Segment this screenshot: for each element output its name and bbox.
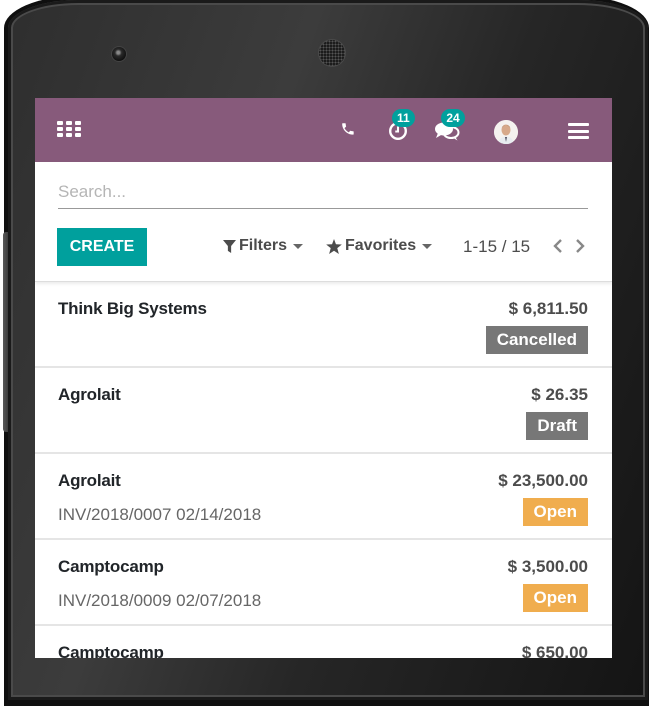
status-badge: Open xyxy=(522,584,588,612)
amount: $ 23,500.00 xyxy=(498,471,588,490)
partner-name: Agrolait xyxy=(58,385,121,404)
control-panel: CREATE Filters Favorites 1-15 / 15 xyxy=(35,162,612,282)
invoice-reference: INV/2018/0009 02/07/2018 xyxy=(58,591,262,610)
chevron-right-icon[interactable] xyxy=(573,238,587,254)
pager-value[interactable]: 1-15 / 15 xyxy=(463,237,530,257)
hamburger-menu-icon[interactable] xyxy=(568,123,589,139)
control-panel-buttons: CREATE Filters Favorites 1-15 / 15 xyxy=(35,228,612,266)
amount: $ 650.00 xyxy=(521,643,588,658)
list-item[interactable]: Camptocamp $ 3,500.00 INV/2018/0009 02/0… xyxy=(35,540,612,626)
earpiece-speaker xyxy=(319,40,345,66)
amount: $ 3,500.00 xyxy=(507,557,588,576)
list-item[interactable]: Agrolait $ 26.35 Draft xyxy=(35,368,612,454)
partner-name: Agrolait xyxy=(58,471,121,490)
status-badge: Draft xyxy=(526,412,588,440)
status-badge: Open xyxy=(522,498,588,526)
chevron-left-icon[interactable] xyxy=(551,238,565,254)
messages-count-badge: 24 xyxy=(441,109,465,127)
search-input[interactable] xyxy=(58,180,588,209)
invoice-reference: INV/2018/0007 02/14/2018 xyxy=(58,505,262,524)
partner-name: Camptocamp xyxy=(58,557,164,576)
user-avatar[interactable] xyxy=(494,120,518,144)
list-item[interactable]: Think Big Systems $ 6,811.50 Cancelled xyxy=(35,282,612,368)
filters-label: Filters xyxy=(239,237,288,254)
front-camera xyxy=(112,47,126,61)
chevron-down-icon xyxy=(293,243,304,249)
favorites-label: Favorites xyxy=(345,237,417,254)
app-screen: 11 24 CREATE xyxy=(35,98,612,658)
top-navbar: 11 24 xyxy=(35,98,612,162)
list-item[interactable]: Camptocamp $ 650.00 xyxy=(35,626,612,658)
amount: $ 26.35 xyxy=(531,385,588,404)
star-icon xyxy=(326,238,342,254)
favorites-dropdown[interactable]: Favorites xyxy=(326,237,433,255)
create-button[interactable]: CREATE xyxy=(57,228,147,266)
status-badge: Cancelled xyxy=(485,326,588,354)
filters-dropdown[interactable]: Filters xyxy=(223,237,304,255)
activity-count-badge: 11 xyxy=(392,109,415,127)
filter-funnel-icon xyxy=(223,239,236,253)
apps-grid-icon[interactable] xyxy=(57,121,81,139)
user-portrait-icon xyxy=(494,120,518,144)
amount: $ 6,811.50 xyxy=(508,299,588,318)
invoice-list: Think Big Systems $ 6,811.50 Cancelled A… xyxy=(35,282,612,658)
list-item[interactable]: Agrolait $ 23,500.00 INV/2018/0007 02/14… xyxy=(35,454,612,540)
partner-name: Think Big Systems xyxy=(58,299,207,318)
partner-name: Camptocamp xyxy=(58,643,164,658)
phone-icon[interactable] xyxy=(339,120,357,138)
chevron-down-icon xyxy=(422,243,433,249)
